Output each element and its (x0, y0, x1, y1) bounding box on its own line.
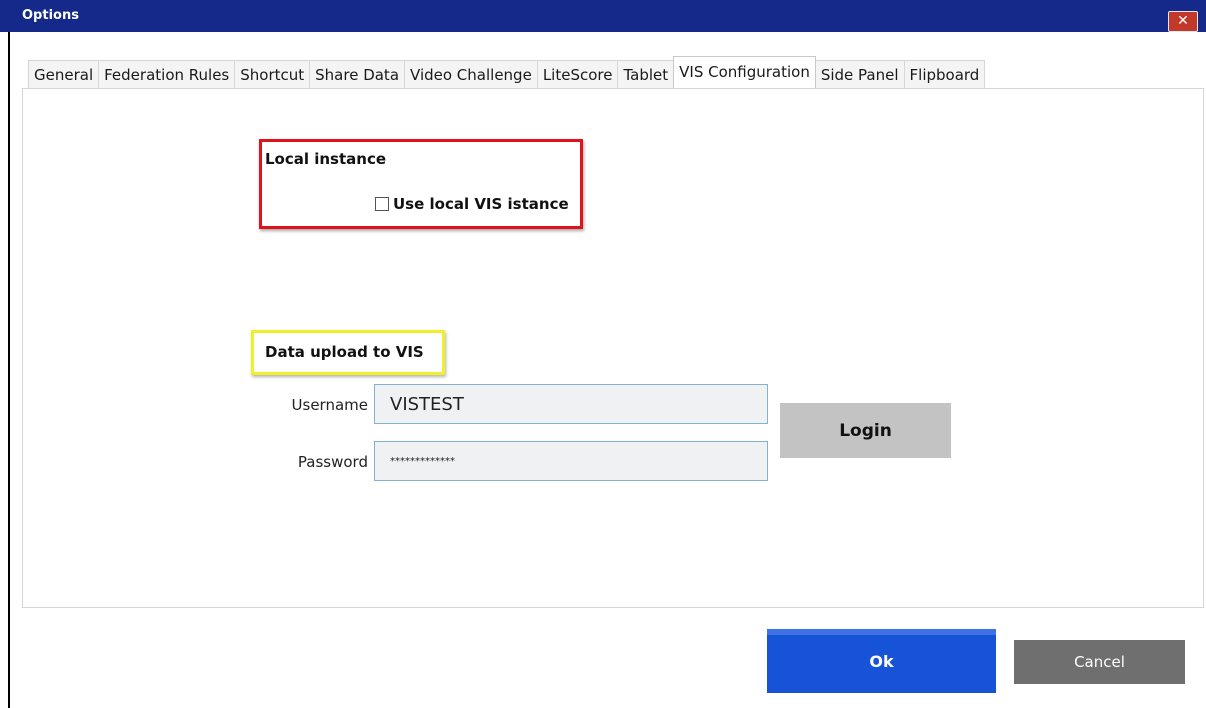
tab-share-data[interactable]: Share Data (309, 60, 406, 88)
title-bar: Options ✕ (0, 0, 1206, 32)
window-title: Options (22, 8, 79, 23)
close-icon: ✕ (1177, 13, 1189, 29)
password-input[interactable] (374, 441, 768, 481)
tab-federation-rules[interactable]: Federation Rules (98, 60, 236, 88)
tab-tablet[interactable]: Tablet (617, 60, 675, 88)
tab-general[interactable]: General (28, 60, 100, 88)
tab-video-challenge[interactable]: Video Challenge (404, 60, 538, 88)
use-local-vis-checkbox[interactable] (375, 197, 389, 211)
close-button[interactable]: ✕ (1168, 11, 1198, 32)
ok-button-label: Ok (869, 651, 894, 671)
ok-button[interactable]: Ok (767, 629, 996, 693)
tab-content-panel (22, 88, 1204, 608)
username-label: Username (291, 396, 368, 414)
tab-litescore[interactable]: LiteScore (536, 60, 619, 88)
window-left-border (8, 32, 10, 708)
local-instance-heading: Local instance (265, 150, 387, 168)
password-label: Password (297, 453, 368, 471)
tab-strip: General Federation Rules Shortcut Share … (28, 56, 986, 88)
username-input[interactable] (374, 384, 768, 424)
use-local-vis-checkbox-row[interactable]: Use local VIS istance (375, 194, 569, 214)
use-local-vis-label[interactable]: Use local VIS istance (393, 195, 569, 213)
login-button[interactable]: Login (780, 403, 951, 458)
tab-flipboard[interactable]: Flipboard (903, 60, 986, 88)
cancel-button[interactable]: Cancel (1014, 640, 1185, 684)
tab-side-panel[interactable]: Side Panel (814, 60, 905, 88)
tab-vis-configuration[interactable]: VIS Configuration (673, 56, 816, 88)
tab-shortcut[interactable]: Shortcut (234, 60, 311, 88)
ok-button-highlight (767, 629, 996, 635)
data-upload-heading: Data upload to VIS (265, 343, 424, 361)
